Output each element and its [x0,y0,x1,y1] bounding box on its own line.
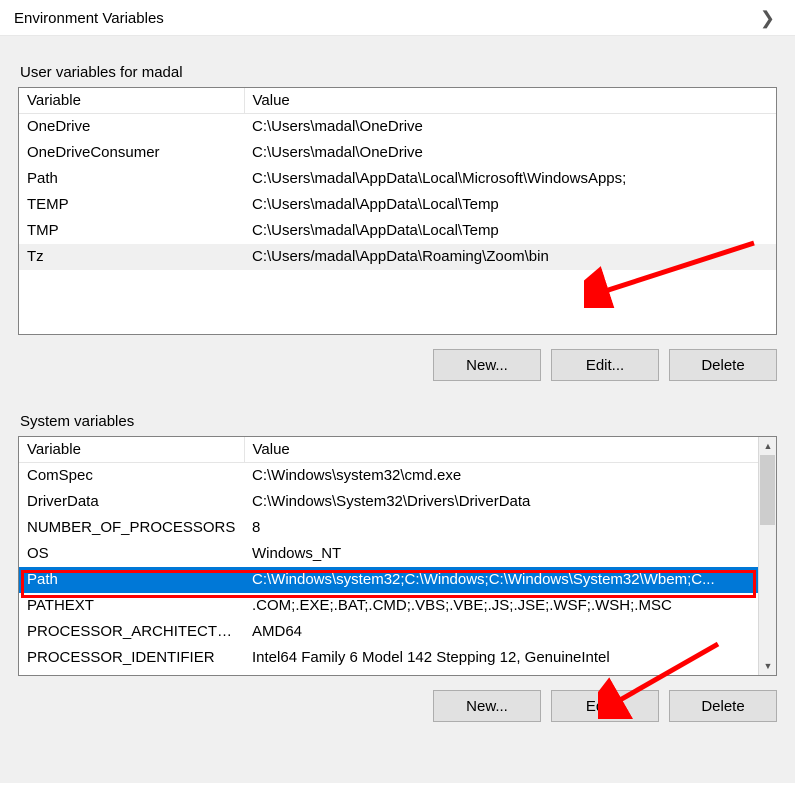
variable-cell: TEMP [19,192,244,218]
table-row[interactable]: TzC:\Users/madal\AppData\Roaming\Zoom\bi… [19,244,776,270]
table-row[interactable]: OneDriveConsumerC:\Users\madal\OneDrive [19,140,776,166]
system-button-row: New... Edit... Delete [18,690,777,722]
variable-cell: Tz [19,244,244,270]
value-cell: Windows_NT [244,541,758,567]
table-row[interactable]: OneDriveC:\Users\madal\OneDrive [19,114,776,140]
scrollbar-thumb[interactable] [760,455,775,525]
user-edit-button[interactable]: Edit... [551,349,659,381]
chevron-right-icon[interactable]: ❯ [754,8,781,29]
dialog-title: Environment Variables [14,10,164,27]
scrollbar-up-icon[interactable]: ▲ [759,437,776,455]
variable-cell: ComSpec [19,463,244,489]
table-row[interactable]: ComSpecC:\Windows\system32\cmd.exe [19,463,758,489]
variable-cell: PROCESSOR_IDENTIFIER [19,645,244,671]
value-cell: 8 [244,515,758,541]
scrollbar-down-icon[interactable]: ▼ [759,657,776,675]
user-new-button[interactable]: New... [433,349,541,381]
table-row[interactable]: OSWindows_NT [19,541,758,567]
value-cell: C:\Windows\System32\Drivers\DriverData [244,489,758,515]
scrollbar[interactable]: ▲ ▼ [758,437,776,675]
system-variables-table[interactable]: Variable Value ComSpecC:\Windows\system3… [19,437,758,671]
table-row[interactable]: PROCESSOR_ARCHITECTUREAMD64 [19,619,758,645]
titlebar: Environment Variables ❯ [0,0,795,36]
user-variables-section: User variables for madal Variable Value … [18,60,777,381]
value-cell: C:\Windows\system32\cmd.exe [244,463,758,489]
table-row[interactable]: PathC:\Users\madal\AppData\Local\Microso… [19,166,776,192]
value-cell: C:\Users/madal\AppData\Roaming\Zoom\bin [244,244,776,270]
system-variables-table-wrap: Variable Value ComSpecC:\Windows\system3… [18,436,777,676]
variable-cell: DriverData [19,489,244,515]
value-cell: C:\Users\madal\OneDrive [244,114,776,140]
variable-cell: PROCESSOR_ARCHITECTURE [19,619,244,645]
user-variables-table-wrap: Variable Value OneDriveC:\Users\madal\On… [18,87,777,335]
value-cell: C:\Windows\system32;C:\Windows;C:\Window… [244,567,758,593]
value-cell: C:\Users\madal\AppData\Local\Temp [244,218,776,244]
user-col-header-value[interactable]: Value [244,88,776,114]
table-row[interactable]: PathC:\Windows\system32;C:\Windows;C:\Wi… [19,567,758,593]
table-row[interactable]: NUMBER_OF_PROCESSORS8 [19,515,758,541]
variable-cell: OneDrive [19,114,244,140]
value-cell: .COM;.EXE;.BAT;.CMD;.VBS;.VBE;.JS;.JSE;.… [244,593,758,619]
system-section-label: System variables [18,409,777,436]
user-button-row: New... Edit... Delete [18,349,777,381]
system-variables-section: System variables Variable Value ComSpecC… [18,409,777,722]
table-row[interactable]: PROCESSOR_IDENTIFIERIntel64 Family 6 Mod… [19,645,758,671]
sys-col-header-value[interactable]: Value [244,437,758,463]
table-row[interactable]: TEMPC:\Users\madal\AppData\Local\Temp [19,192,776,218]
value-cell: C:\Users\madal\OneDrive [244,140,776,166]
user-section-label: User variables for madal [18,60,777,87]
dialog-body: User variables for madal Variable Value … [0,36,795,783]
variable-cell: Path [19,567,244,593]
table-row[interactable]: DriverDataC:\Windows\System32\Drivers\Dr… [19,489,758,515]
user-col-header-variable[interactable]: Variable [19,88,244,114]
user-delete-button[interactable]: Delete [669,349,777,381]
variable-cell: TMP [19,218,244,244]
value-cell: C:\Users\madal\AppData\Local\Microsoft\W… [244,166,776,192]
value-cell: Intel64 Family 6 Model 142 Stepping 12, … [244,645,758,671]
variable-cell: OneDriveConsumer [19,140,244,166]
system-edit-button[interactable]: Edit... [551,690,659,722]
variable-cell: OS [19,541,244,567]
system-new-button[interactable]: New... [433,690,541,722]
system-delete-button[interactable]: Delete [669,690,777,722]
user-variables-table[interactable]: Variable Value OneDriveC:\Users\madal\On… [19,88,776,270]
table-row[interactable]: TMPC:\Users\madal\AppData\Local\Temp [19,218,776,244]
value-cell: C:\Users\madal\AppData\Local\Temp [244,192,776,218]
variable-cell: NUMBER_OF_PROCESSORS [19,515,244,541]
variable-cell: Path [19,166,244,192]
value-cell: AMD64 [244,619,758,645]
sys-col-header-variable[interactable]: Variable [19,437,244,463]
variable-cell: PATHEXT [19,593,244,619]
table-row[interactable]: PATHEXT.COM;.EXE;.BAT;.CMD;.VBS;.VBE;.JS… [19,593,758,619]
